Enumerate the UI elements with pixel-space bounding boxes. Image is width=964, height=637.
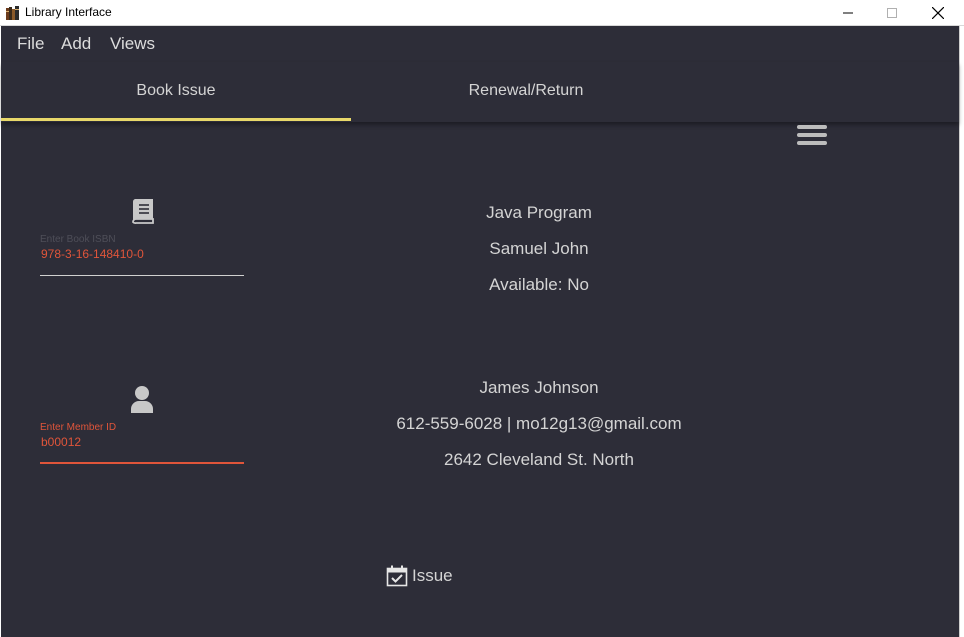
book-icon <box>132 199 154 224</box>
isbn-label: Enter Book ISBN <box>40 234 116 245</box>
book-author: Samuel John <box>489 239 589 258</box>
issue-label: Issue <box>412 566 453 585</box>
hamburger-icon[interactable] <box>797 125 829 149</box>
member-id-underline <box>40 462 244 464</box>
isbn-input[interactable] <box>40 245 244 265</box>
app-content: File Add Views Book Issue Renewal/Return… <box>1 26 959 637</box>
book-availability: Available: No <box>489 275 589 294</box>
member-id-field: Enter Member ID <box>40 422 244 464</box>
minimize-icon <box>843 12 853 14</box>
issue-button[interactable]: Issue <box>386 562 453 590</box>
member-address: 2642 Cleveland St. North <box>444 450 634 469</box>
hamburger-bar <box>797 141 827 145</box>
user-icon <box>131 386 153 413</box>
tab-label: Renewal/Return <box>468 82 584 99</box>
member-id-input[interactable] <box>40 433 244 453</box>
minimize-button[interactable] <box>825 0 871 26</box>
close-button[interactable] <box>915 0 961 26</box>
calendar-check-icon <box>386 565 408 587</box>
maximize-icon <box>887 8 897 18</box>
active-tab-indicator <box>1 118 351 121</box>
isbn-field: Enter Book ISBN <box>40 234 244 276</box>
isbn-underline <box>40 275 244 276</box>
title-bar: Library Interface <box>0 0 964 26</box>
books-icon <box>6 6 19 20</box>
close-icon <box>932 7 944 19</box>
menu-add[interactable]: Add <box>61 34 91 54</box>
tab-renewal-return[interactable]: Renewal/Return <box>351 62 701 120</box>
menu-views[interactable]: Views <box>110 34 155 54</box>
hamburger-bar <box>797 125 827 129</box>
window-border <box>959 26 964 637</box>
window-title: Library Interface <box>25 5 112 19</box>
member-contact: 612-559-6028 | mo12g13@gmail.com <box>396 414 682 433</box>
menu-file[interactable]: File <box>17 34 44 54</box>
book-title: Java Program <box>486 203 592 222</box>
hamburger-bar <box>797 133 827 137</box>
member-id-label: Enter Member ID <box>40 422 117 433</box>
member-name: James Johnson <box>479 378 599 397</box>
menu-bar: File Add Views <box>1 26 959 60</box>
maximize-button[interactable] <box>869 0 915 26</box>
tab-book-issue[interactable]: Book Issue <box>1 62 351 120</box>
tab-label: Book Issue <box>136 82 216 99</box>
tab-bar: Book Issue Renewal/Return <box>1 62 959 122</box>
